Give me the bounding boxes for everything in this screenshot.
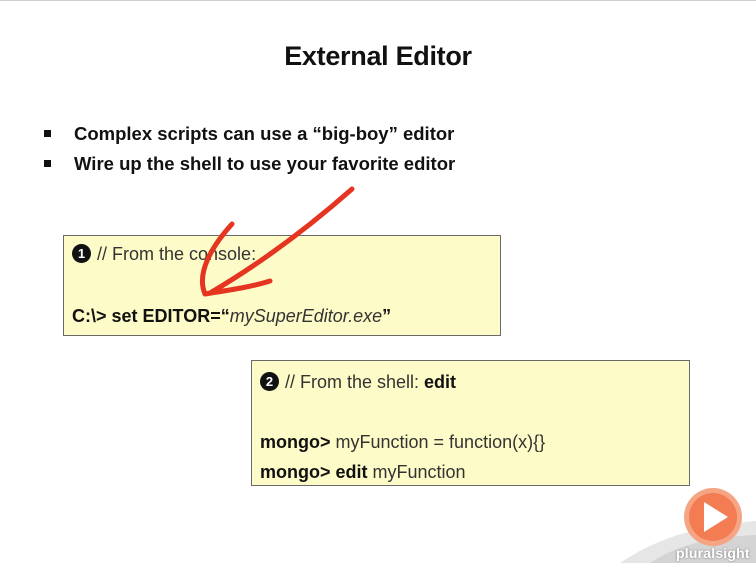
shell-code-line-1: mongo> myFunction = function(x){} bbox=[260, 432, 545, 453]
shell-prompt: mongo> bbox=[260, 432, 336, 452]
shell-comment: // From the shell: bbox=[285, 372, 425, 392]
bullet-marker bbox=[44, 160, 51, 167]
console-comment-line: 1 // From the console: bbox=[72, 244, 256, 265]
bullet-item: Complex scripts can use a “big-boy” edit… bbox=[44, 119, 455, 149]
shell-code: myFunction = function(x){} bbox=[335, 432, 546, 452]
pluralsight-logo-text: pluralsight bbox=[676, 545, 750, 561]
console-command-line: C:\> set EDITOR=“mySuperEditor.exe” bbox=[72, 306, 391, 327]
bullet-text: Wire up the shell to use your favorite e… bbox=[74, 153, 456, 174]
shell-comment-line: 2 // From the shell: edit bbox=[260, 372, 456, 393]
step-one-badge: 1 bbox=[72, 244, 91, 263]
shell-edit-keyword: edit bbox=[335, 462, 368, 482]
shell-code: myFunction bbox=[367, 462, 466, 482]
shell-code-line-2: mongo> edit myFunction bbox=[260, 462, 466, 483]
bullet-marker bbox=[44, 130, 51, 137]
bullet-item: Wire up the shell to use your favorite e… bbox=[44, 149, 455, 179]
console-command-value: mySuperEditor.exe bbox=[229, 306, 383, 326]
console-comment: // From the console: bbox=[97, 244, 257, 264]
slide: External Editor Complex scripts can use … bbox=[0, 0, 756, 563]
bullet-text: Complex scripts can use a “big-boy” edit… bbox=[74, 123, 455, 144]
slide-title: External Editor bbox=[284, 41, 472, 71]
shell-comment-keyword: edit bbox=[424, 372, 457, 392]
console-command-prefix: C:\> set EDITOR=“ bbox=[72, 306, 230, 326]
shell-example-box: 2 // From the shell: edit mongo> myFuncti… bbox=[251, 360, 690, 486]
bullet-list: Complex scripts can use a “big-boy” edit… bbox=[44, 119, 455, 179]
console-command-close-quote: ” bbox=[382, 306, 392, 326]
step-two-badge: 2 bbox=[260, 372, 279, 391]
console-example-box: 1 // From the console: C:\> set EDITOR=“m… bbox=[63, 235, 501, 336]
shell-prompt: mongo> bbox=[260, 462, 336, 482]
